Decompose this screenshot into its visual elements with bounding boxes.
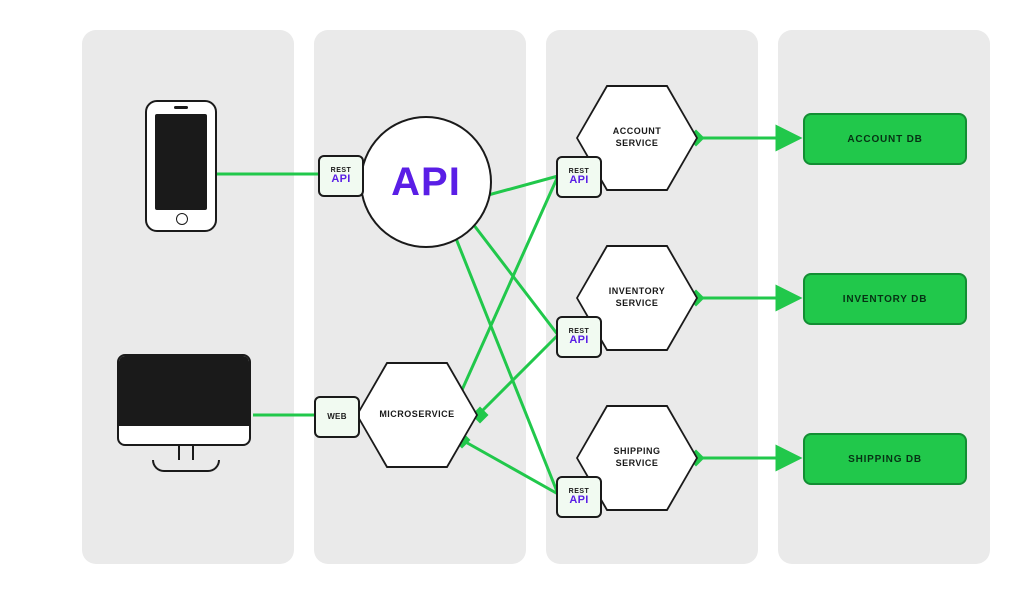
- account-db-node: ACCOUNT DB: [803, 113, 967, 165]
- microservice-label: MICROSERVICE: [379, 409, 454, 421]
- inventory-service-label: INVENTORY SERVICE: [609, 286, 666, 309]
- shipping-service-label: SHIPPING SERVICE: [613, 446, 660, 469]
- column-gateway: [314, 30, 526, 564]
- architecture-diagram: REST API API WEB MICROSERVICE REST API A…: [0, 0, 1024, 594]
- rest-api-tag-shipping: REST API: [556, 476, 602, 518]
- inventory-db-label: INVENTORY DB: [843, 294, 927, 305]
- rest-api-tag-api-label: API: [331, 174, 350, 185]
- api-gateway-node: API: [360, 116, 492, 248]
- inventory-db-node: INVENTORY DB: [803, 273, 967, 325]
- rest-api-tag-inventory: REST API: [556, 316, 602, 358]
- account-service-label: ACCOUNT SERVICE: [613, 126, 662, 149]
- web-tag: WEB: [314, 396, 360, 438]
- account-db-label: ACCOUNT DB: [847, 134, 922, 145]
- shipping-db-node: SHIPPING DB: [803, 433, 967, 485]
- rest-api-tag-account: REST API: [556, 156, 602, 198]
- desktop-client-icon: [117, 354, 251, 474]
- mobile-client-icon: [145, 100, 217, 232]
- rest-api-tag-gateway: REST API: [318, 155, 364, 197]
- api-gateway-label: API: [391, 160, 461, 205]
- shipping-db-label: SHIPPING DB: [848, 454, 922, 465]
- web-tag-label: WEB: [327, 413, 347, 421]
